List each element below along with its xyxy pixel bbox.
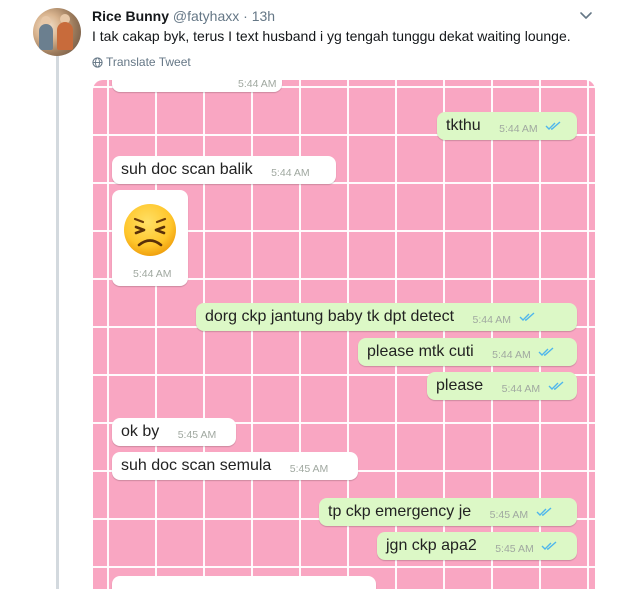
message-outgoing: dorg ckp jantung baby tk dpt detect 5:44…	[196, 303, 577, 331]
partial-message-bottom	[112, 576, 376, 589]
message-text: please mtk cuti	[367, 343, 474, 360]
message-time: 5:44 AM	[499, 123, 538, 135]
message-time: 5:44 AM	[472, 314, 512, 326]
message-time: 5:45 AM	[177, 429, 217, 441]
sticker-message: 5:44 AM	[112, 190, 188, 286]
message-incoming: suh doc scan balik 5:44 AM	[112, 156, 336, 184]
message-time: 5:44 AM	[133, 268, 172, 280]
message-outgoing: tp ckp emergency je 5:45 AM	[319, 498, 577, 526]
message-time: 5:44 AM	[501, 383, 541, 395]
translate-label: Translate Tweet	[106, 55, 191, 69]
message-text: please	[436, 377, 484, 394]
chat-screenshot[interactable]: 5:44 AM tkthu 5:44 AM suh doc scan balik…	[93, 80, 595, 589]
author-name[interactable]: Rice Bunny	[92, 8, 169, 24]
message-time: 5:44 AM	[492, 349, 531, 361]
message-time: 5:45 AM	[489, 509, 529, 521]
double-check-icon	[548, 381, 564, 390]
message-incoming: suh doc scan semula 5:45 AM	[112, 452, 358, 480]
chevron-down-icon[interactable]	[578, 9, 594, 23]
message-outgoing: please mtk cuti 5:44 AM	[358, 338, 577, 366]
message-outgoing: tkthu 5:44 AM	[437, 112, 577, 140]
message-time: 5:45 AM	[495, 543, 534, 555]
partial-message-top: 5:44 AM	[112, 80, 282, 92]
globe-icon	[92, 57, 103, 68]
message-outgoing: please 5:44 AM	[427, 372, 577, 400]
message-text: suh doc scan balik	[121, 161, 253, 178]
tweet-time[interactable]: 13h	[252, 8, 275, 24]
message-text: suh doc scan semula	[121, 457, 272, 474]
message-text: dorg ckp jantung baby tk dpt detect	[205, 308, 455, 325]
double-check-icon	[538, 347, 554, 356]
partial-message-time: 5:44 AM	[238, 80, 277, 90]
double-check-icon	[545, 121, 561, 130]
author-handle[interactable]: @fatyhaxx	[173, 8, 239, 24]
message-text: jgn ckp apa2	[386, 537, 477, 554]
message-incoming: ok by 5:45 AM	[112, 418, 236, 446]
avatar[interactable]	[33, 8, 81, 56]
message-time: 5:44 AM	[271, 167, 310, 179]
message-text: tp ckp emergency je	[328, 503, 472, 520]
separator: ·	[243, 8, 248, 24]
double-check-icon	[519, 312, 534, 321]
message-time: 5:45 AM	[289, 463, 329, 475]
persevering-face-emoji	[124, 204, 176, 256]
translate-tweet-link[interactable]: Translate Tweet	[92, 54, 191, 70]
double-check-icon	[541, 541, 557, 550]
message-outgoing: jgn ckp apa2 5:45 AM	[377, 532, 577, 560]
message-text: ok by	[121, 423, 160, 440]
message-text: tkthu	[446, 117, 481, 134]
tweet-text: I tak cakap byk, terus I text husband i …	[92, 28, 571, 44]
tweet-header: Rice Bunny @fatyhaxx · 13h	[92, 7, 275, 25]
thread-line	[56, 56, 59, 589]
double-check-icon	[536, 507, 552, 516]
